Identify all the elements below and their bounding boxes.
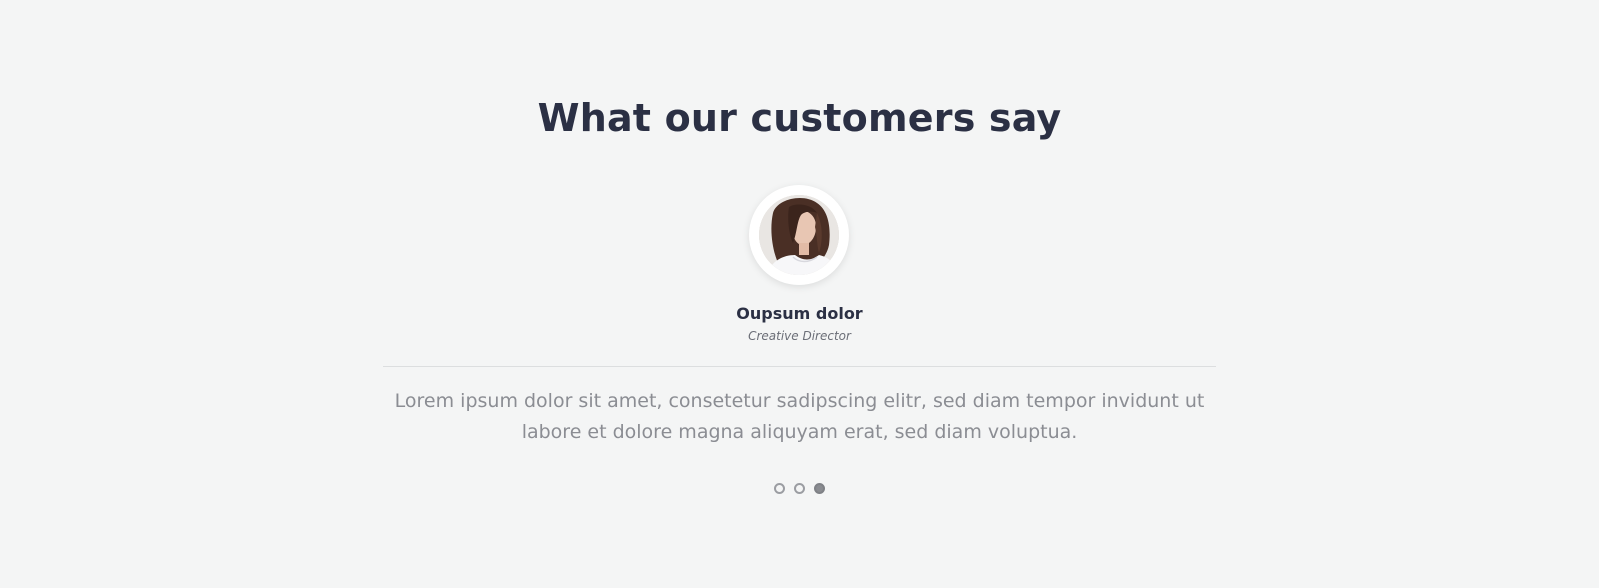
avatar-frame bbox=[749, 185, 849, 285]
carousel-dot-2[interactable] bbox=[794, 483, 805, 494]
carousel-dot-3[interactable] bbox=[814, 483, 825, 494]
avatar-image bbox=[759, 195, 839, 275]
divider bbox=[383, 366, 1216, 367]
carousel-pagination bbox=[0, 483, 1599, 495]
testimonial-quote: Lorem ipsum dolor sit amet, consetetur s… bbox=[394, 390, 1205, 443]
carousel-dot-1[interactable] bbox=[774, 483, 785, 494]
testimonial-author-name: Oupsum dolor bbox=[736, 304, 863, 323]
section-title: What our customers say bbox=[537, 96, 1062, 140]
avatar bbox=[759, 195, 839, 275]
testimonials-section: What our customers say Oupsum dolor Crea… bbox=[0, 0, 1599, 588]
testimonial-author-role: Creative Director bbox=[748, 329, 851, 343]
